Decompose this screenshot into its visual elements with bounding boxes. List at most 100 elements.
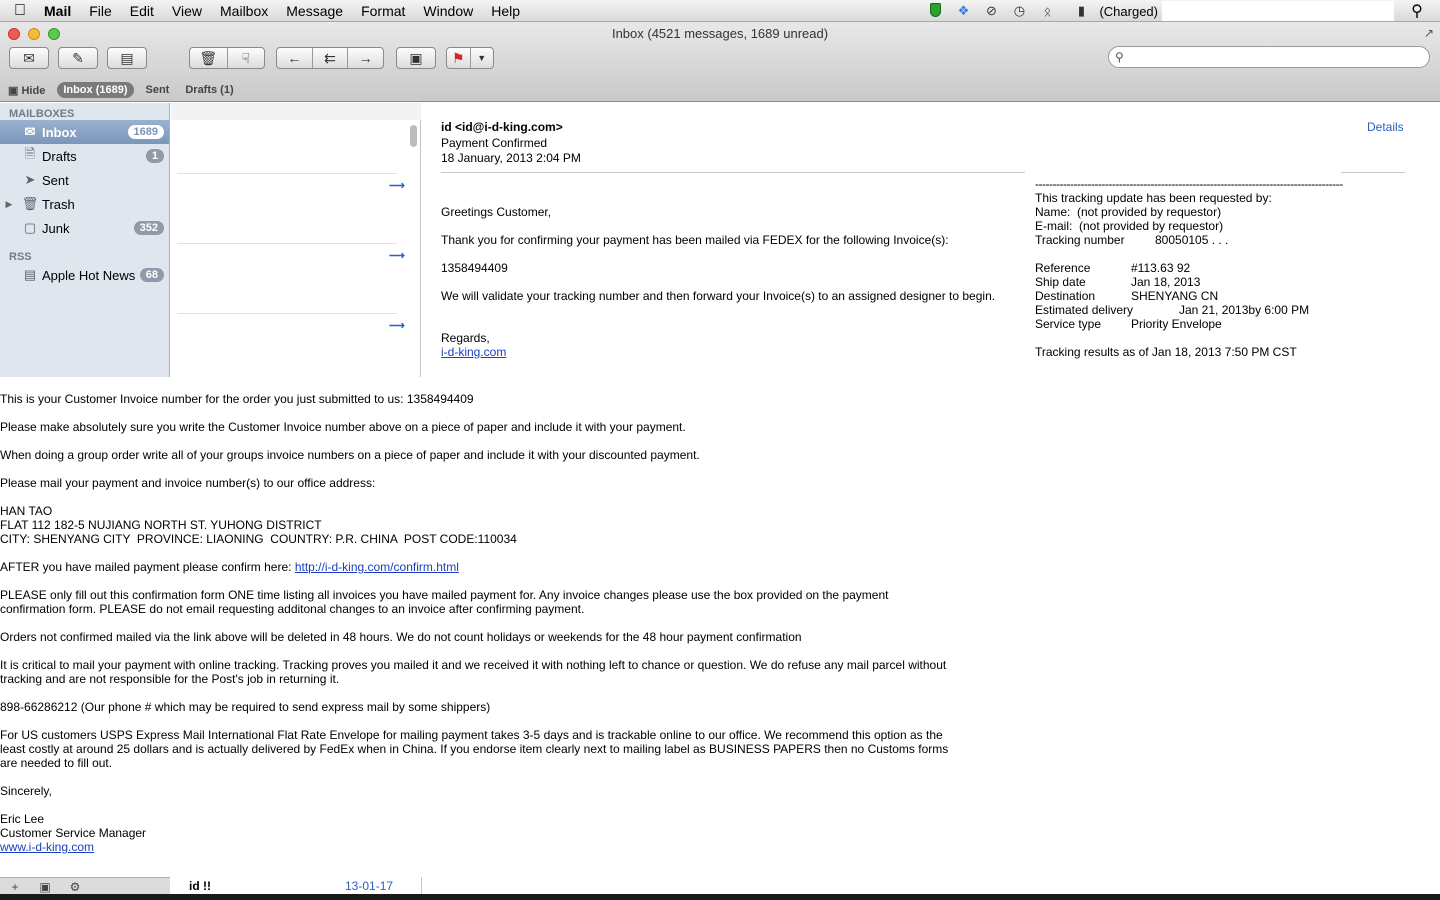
tracking-results: Tracking results as of Jan 18, 2013 7:50…: [1035, 345, 1297, 359]
menu-bar:  Mail File Edit View Mailbox Message Fo…: [0, 0, 1440, 22]
signature-link-wrap: i-d-king.com: [441, 345, 506, 359]
compose-button[interactable]: ✎: [58, 47, 98, 69]
archive-button[interactable]: ▣: [396, 47, 436, 69]
message-paragraph: We will validate your tracking number an…: [441, 289, 996, 303]
sidebar-item-drafts[interactable]: 🗎 Drafts 1: [0, 144, 169, 168]
favorite-inbox[interactable]: Inbox (1689): [57, 82, 134, 98]
battery-icon[interactable]: ▮: [1067, 3, 1095, 19]
sidebar-item-label: Apple Hot News: [42, 267, 136, 283]
signoff-link-wrap: www.i-d-king.com: [0, 840, 94, 854]
message-invoice: 1358494409: [441, 261, 508, 275]
menu-mailbox[interactable]: Mailbox: [211, 0, 277, 22]
overlay-line: Please make absolutely sure you write th…: [0, 420, 686, 434]
sidebar-item-apple-hot-news[interactable]: ▤ Apple Hot News 68: [0, 263, 169, 287]
signature-link[interactable]: i-d-king.com: [441, 345, 506, 359]
menu-app[interactable]: Mail: [40, 0, 80, 22]
confirm-link[interactable]: http://i-d-king.com/confirm.html: [295, 560, 459, 574]
menu-format[interactable]: Format: [352, 0, 414, 22]
destination-label: Destination: [1035, 289, 1096, 303]
list-item-date: 13-01-17: [345, 879, 394, 893]
bluetooth-icon[interactable]: ᛟ: [1033, 4, 1061, 19]
sidebar-item-inbox[interactable]: ✉ Inbox 1689: [0, 120, 169, 144]
address-line: CITY: SHENYANG CITY PROVINCE: LIAONING C…: [0, 532, 517, 546]
forward-icon[interactable]: →: [347, 48, 383, 68]
sidebar-item-junk[interactable]: ▢ Junk 352: [0, 216, 169, 240]
tracking-name: Name: (not provided by requestor): [1035, 205, 1222, 219]
message-list[interactable]: ⟶ ⟶ ⟶: [171, 103, 421, 378]
menu-help[interactable]: Help: [482, 0, 529, 22]
overlay-text-fragment: This is your Customer Invoice number for…: [0, 377, 1424, 877]
dropbox-icon[interactable]: ❖: [949, 3, 977, 19]
message-date: 18 January, 2013 2:04 PM: [441, 151, 581, 165]
table-row[interactable]: [177, 173, 397, 174]
search-field[interactable]: ⚲: [1108, 46, 1430, 68]
scrollbar-thumb[interactable]: [410, 125, 417, 147]
reply-all-icon[interactable]: ⇇: [311, 48, 348, 68]
sidebar-item-sent[interactable]: ➤ Sent: [0, 168, 169, 192]
list-item[interactable]: id !!: [189, 879, 211, 893]
flag-icon[interactable]: ⚑: [447, 48, 470, 68]
header-divider: [441, 172, 1025, 173]
sidebar-item-trash[interactable]: ▶ 🗑 Trash: [0, 192, 169, 216]
time-machine-icon[interactable]: ◷: [1005, 3, 1033, 19]
signoff-link[interactable]: www.i-d-king.com: [0, 840, 94, 854]
overlay-line: PLEASE only fill out this confirmation f…: [0, 588, 889, 602]
table-row[interactable]: [177, 243, 397, 244]
tracking-email: E-mail: (not provided by requestor): [1035, 219, 1224, 233]
disclosure-triangle-icon[interactable]: ▶: [0, 199, 18, 210]
favorites-bar: ▣ Hide Inbox (1689) Sent Drafts (1): [0, 78, 1440, 102]
header-divider-right: [1341, 172, 1405, 173]
rss-icon: ▤: [23, 267, 37, 282]
add-mailbox-icon[interactable]: +: [0, 880, 30, 894]
show-hide-icon[interactable]: ▣: [30, 880, 60, 894]
delete-junk-group: 🗑 ☟: [189, 47, 265, 69]
fullscreen-icon[interactable]: ↗: [1424, 26, 1434, 40]
inbox-icon: ✉: [24, 124, 36, 139]
overlay-line: For US customers USPS Express Mail Inter…: [0, 728, 943, 742]
hide-button[interactable]: ▣ Hide: [0, 84, 53, 97]
attachment-marker-icon: ⟶: [389, 320, 405, 332]
sidebar-item-label: Inbox: [42, 124, 77, 140]
menu-message[interactable]: Message: [277, 0, 352, 22]
service-type-label: Service type: [1035, 317, 1102, 331]
trash-icon[interactable]: 🗑: [190, 48, 227, 68]
dock-edge: [0, 894, 1440, 900]
favorite-sent[interactable]: Sent: [138, 84, 178, 96]
favorite-drafts[interactable]: Drafts (1): [177, 84, 241, 96]
tracking-number-label: Tracking number: [1035, 233, 1125, 247]
message-header: id <id@i-d-king.com> Payment Confirmed 1…: [441, 120, 581, 167]
apple-icon[interactable]: : [0, 2, 40, 20]
hide-label: Hide: [21, 84, 46, 97]
note-button[interactable]: ▤: [107, 47, 147, 69]
overlay-line: confirmation form. PLEASE do not email r…: [0, 602, 585, 616]
sidebar-item-label: Drafts: [42, 148, 77, 164]
gear-icon[interactable]: ⚙: [60, 880, 90, 894]
sent-icon: ➤: [24, 172, 36, 187]
window-toolbar: Inbox (4521 messages, 1689 unread) ↗ ✉ ✎…: [0, 22, 1440, 102]
table-row[interactable]: [177, 313, 397, 314]
overlay-line: tracking and are not responsible for the…: [0, 672, 340, 686]
envelope-icon: ✉: [23, 49, 35, 66]
spotlight-icon[interactable]: ⚲: [1394, 1, 1440, 21]
drafts-badge: 1: [145, 149, 164, 163]
search-input[interactable]: [1123, 50, 1429, 64]
details-link[interactable]: Details: [1367, 120, 1404, 134]
shield-icon[interactable]: [921, 2, 949, 20]
confirm-line: AFTER you have mailed payment please con…: [0, 560, 459, 574]
get-mail-button[interactable]: ✉: [9, 47, 49, 69]
tracking-number-value: 80050105 . . .: [1155, 233, 1229, 247]
compose-icon: ✎: [72, 49, 84, 66]
tracking-dashes: ----------------------------------------…: [1035, 177, 1343, 191]
thumbs-down-icon[interactable]: ☟: [226, 48, 265, 68]
priority-icon: !!: [203, 879, 212, 893]
menu-window[interactable]: Window: [414, 0, 482, 22]
reply-icon[interactable]: ←: [277, 48, 312, 68]
chevron-down-icon[interactable]: ▼: [469, 48, 494, 68]
menu-view[interactable]: View: [163, 0, 211, 22]
sync-icon[interactable]: ⊘: [977, 3, 1005, 19]
flag-group: ⚑ ▼: [446, 47, 494, 69]
menu-file[interactable]: File: [80, 0, 121, 22]
battery-status[interactable]: (Charged): [1099, 4, 1158, 19]
menu-edit[interactable]: Edit: [121, 0, 163, 22]
address-line: FLAT 112 182-5 NUJIANG NORTH ST. YUHONG …: [0, 518, 322, 532]
